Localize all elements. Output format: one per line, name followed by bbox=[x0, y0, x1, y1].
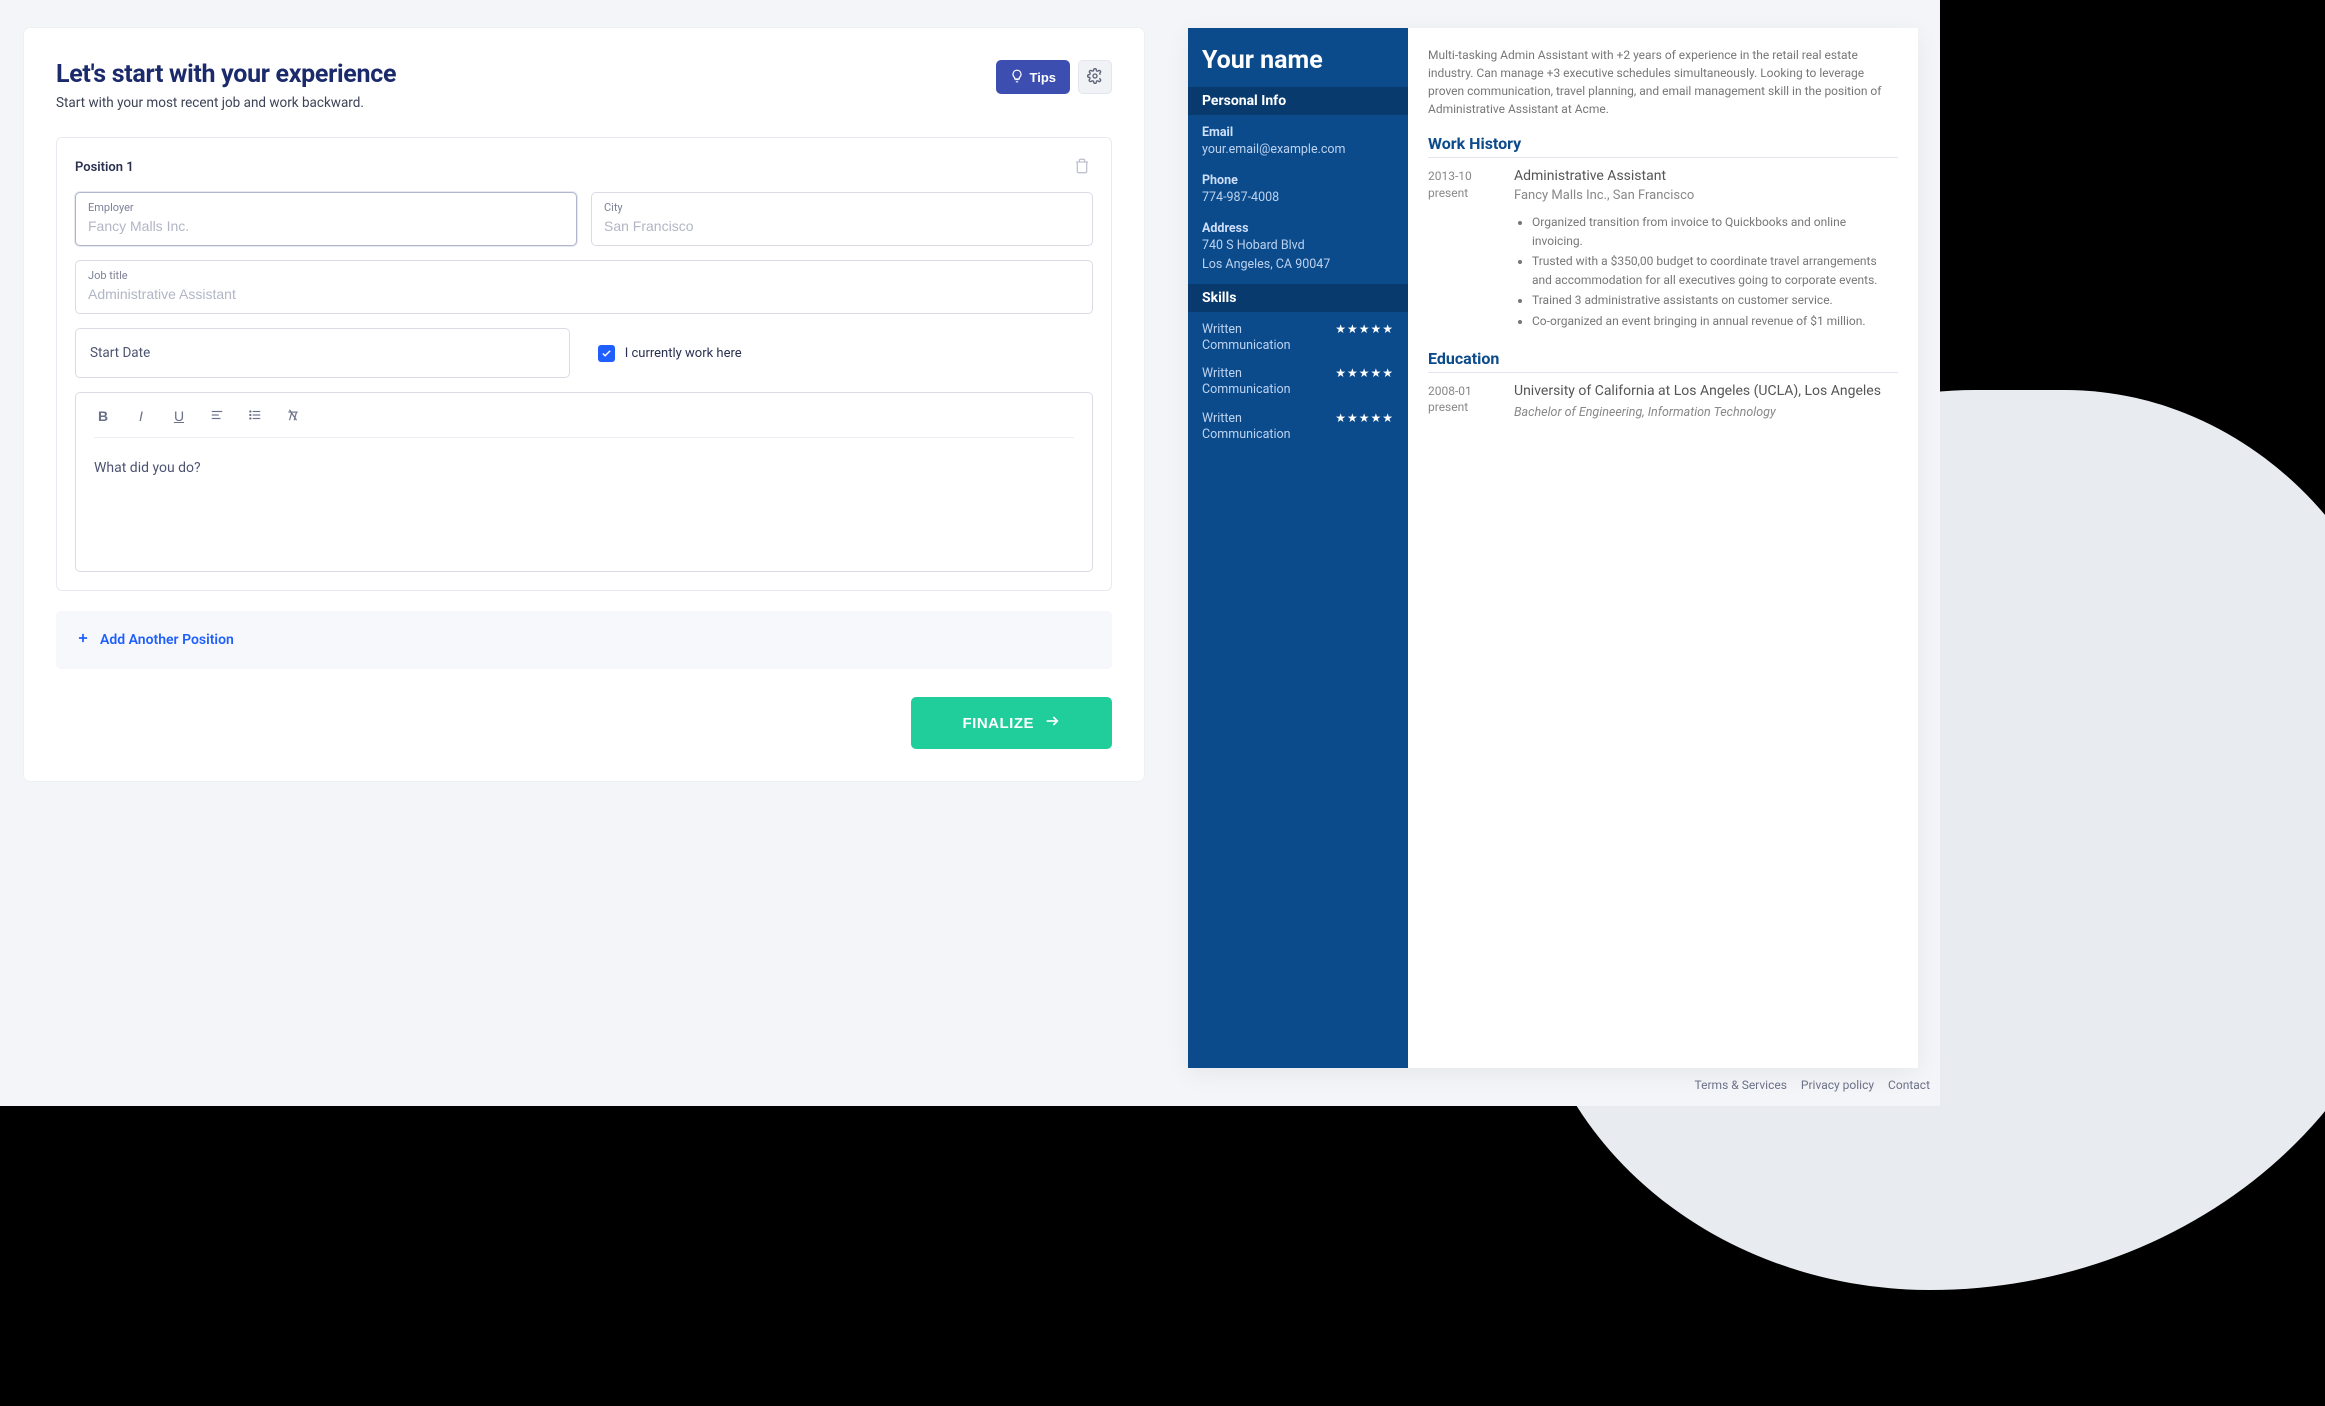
work-date-end: present bbox=[1428, 185, 1500, 202]
lightbulb-icon bbox=[1010, 69, 1024, 86]
bold-button[interactable]: B bbox=[94, 407, 112, 425]
edu-school: University of California at Los Angeles … bbox=[1514, 383, 1898, 399]
currently-work-label: I currently work here bbox=[625, 346, 742, 361]
work-history-heading: Work History bbox=[1428, 134, 1898, 158]
skill-name: Written Communication bbox=[1202, 411, 1312, 444]
align-left-icon bbox=[210, 408, 224, 425]
page-subtitle: Start with your most recent job and work… bbox=[56, 95, 396, 111]
bullet-item: Trusted with a $350,00 budget to coordin… bbox=[1532, 252, 1898, 289]
position-label: Position 1 bbox=[75, 160, 134, 175]
summary-text: Multi-tasking Admin Assistant with +2 ye… bbox=[1428, 46, 1898, 118]
address-value-1: 740 S Hobard Blvd bbox=[1202, 238, 1394, 255]
bold-icon: B bbox=[98, 408, 108, 424]
add-position-label: Add Another Position bbox=[100, 632, 234, 648]
tips-button[interactable]: Tips bbox=[996, 60, 1071, 94]
star-rating-icon: ★★★★★ bbox=[1335, 411, 1394, 425]
terms-link[interactable]: Terms & Services bbox=[1695, 1078, 1787, 1092]
edu-date-end: present bbox=[1428, 399, 1500, 416]
work-entry: 2013-10 present Administrative Assistant… bbox=[1428, 168, 1898, 333]
underline-button[interactable]: U bbox=[170, 407, 188, 425]
contact-link[interactable]: Contact bbox=[1888, 1078, 1930, 1092]
arrow-right-icon bbox=[1044, 713, 1060, 733]
work-date-start: 2013-10 bbox=[1428, 168, 1500, 185]
app-frame: Let's start with your experience Start w… bbox=[0, 0, 1940, 1106]
city-input[interactable] bbox=[604, 218, 1080, 234]
gear-icon bbox=[1087, 68, 1103, 87]
phone-value: 774-987-4008 bbox=[1202, 190, 1394, 207]
employer-input[interactable] bbox=[88, 218, 564, 234]
finalize-label: FINALIZE bbox=[963, 715, 1035, 732]
start-date-label: Start Date bbox=[90, 345, 150, 361]
city-field-wrap[interactable]: City bbox=[591, 192, 1093, 246]
job-title-field-wrap[interactable]: Job title bbox=[75, 260, 1093, 314]
footer-links: Terms & Services Privacy policy Contact bbox=[1695, 1078, 1930, 1092]
star-rating-icon: ★★★★★ bbox=[1335, 322, 1394, 336]
edu-degree: Bachelor of Engineering, Information Tec… bbox=[1514, 405, 1898, 420]
tips-button-label: Tips bbox=[1030, 70, 1057, 85]
clear-format-button[interactable] bbox=[284, 407, 302, 425]
skill-name: Written Communication bbox=[1202, 322, 1312, 355]
trash-icon bbox=[1074, 158, 1090, 177]
job-title-input[interactable] bbox=[88, 286, 1080, 302]
star-rating-icon: ★★★★★ bbox=[1335, 366, 1394, 380]
phone-label: Phone bbox=[1202, 173, 1394, 188]
skill-name: Written Communication bbox=[1202, 366, 1312, 399]
resume-preview: Your name Personal Info Email your.email… bbox=[1188, 28, 1918, 1068]
plus-icon bbox=[76, 631, 90, 649]
finalize-button[interactable]: FINALIZE bbox=[911, 697, 1113, 749]
email-label: Email bbox=[1202, 125, 1394, 140]
bullet-item: Co-organized an event bringing in annual… bbox=[1532, 312, 1898, 331]
work-title: Administrative Assistant bbox=[1514, 168, 1898, 184]
skills-heading: Skills bbox=[1188, 284, 1408, 312]
edu-date-start: 2008-01 bbox=[1428, 383, 1500, 400]
add-position-button[interactable]: Add Another Position bbox=[56, 611, 1112, 669]
settings-button[interactable] bbox=[1078, 60, 1112, 94]
experience-form-card: Let's start with your experience Start w… bbox=[24, 28, 1144, 781]
align-button[interactable] bbox=[208, 407, 226, 425]
personal-info-heading: Personal Info bbox=[1188, 87, 1408, 115]
start-date-field[interactable]: Start Date bbox=[75, 328, 570, 378]
employer-field-wrap[interactable]: Employer bbox=[75, 192, 577, 246]
italic-icon: I bbox=[139, 408, 143, 424]
city-label: City bbox=[604, 201, 1080, 214]
checkbox-checked-icon bbox=[598, 345, 615, 362]
privacy-link[interactable]: Privacy policy bbox=[1801, 1078, 1874, 1092]
employer-label: Employer bbox=[88, 201, 564, 214]
skill-row: Written Communication ★★★★★ bbox=[1188, 401, 1408, 446]
email-value: your.email@example.com bbox=[1202, 142, 1394, 159]
skill-row: Written Communication ★★★★★ bbox=[1188, 356, 1408, 401]
editor-toolbar: B I U bbox=[94, 407, 1074, 438]
italic-button[interactable]: I bbox=[132, 407, 150, 425]
preview-name: Your name bbox=[1188, 28, 1408, 87]
list-button[interactable] bbox=[246, 407, 264, 425]
education-heading: Education bbox=[1428, 349, 1898, 373]
preview-sidebar: Your name Personal Info Email your.email… bbox=[1188, 28, 1408, 1068]
address-value-2: Los Angeles, CA 90047 bbox=[1202, 257, 1394, 274]
position-block: Position 1 Employer City bbox=[56, 137, 1112, 591]
address-label: Address bbox=[1202, 221, 1394, 236]
bullet-item: Organized transition from invoice to Qui… bbox=[1532, 213, 1898, 250]
delete-position-button[interactable] bbox=[1071, 156, 1093, 178]
skill-row: Written Communication ★★★★★ bbox=[1188, 312, 1408, 357]
underline-icon: U bbox=[174, 408, 184, 424]
currently-work-checkbox-wrap[interactable]: I currently work here bbox=[598, 345, 742, 362]
bullet-item: Trained 3 administrative assistants on c… bbox=[1532, 291, 1898, 310]
work-company: Fancy Malls Inc., San Francisco bbox=[1514, 188, 1898, 203]
description-editor[interactable]: B I U What did you do? bbox=[75, 392, 1093, 572]
list-icon bbox=[248, 408, 262, 425]
editor-placeholder: What did you do? bbox=[94, 460, 1074, 476]
education-entry: 2008-01 present University of California… bbox=[1428, 383, 1898, 420]
work-bullets: Organized transition from invoice to Qui… bbox=[1514, 213, 1898, 331]
job-title-label: Job title bbox=[88, 269, 1080, 282]
preview-main: Multi-tasking Admin Assistant with +2 ye… bbox=[1408, 28, 1918, 1068]
page-title: Let's start with your experience bbox=[56, 60, 396, 89]
clear-format-icon bbox=[286, 408, 300, 425]
